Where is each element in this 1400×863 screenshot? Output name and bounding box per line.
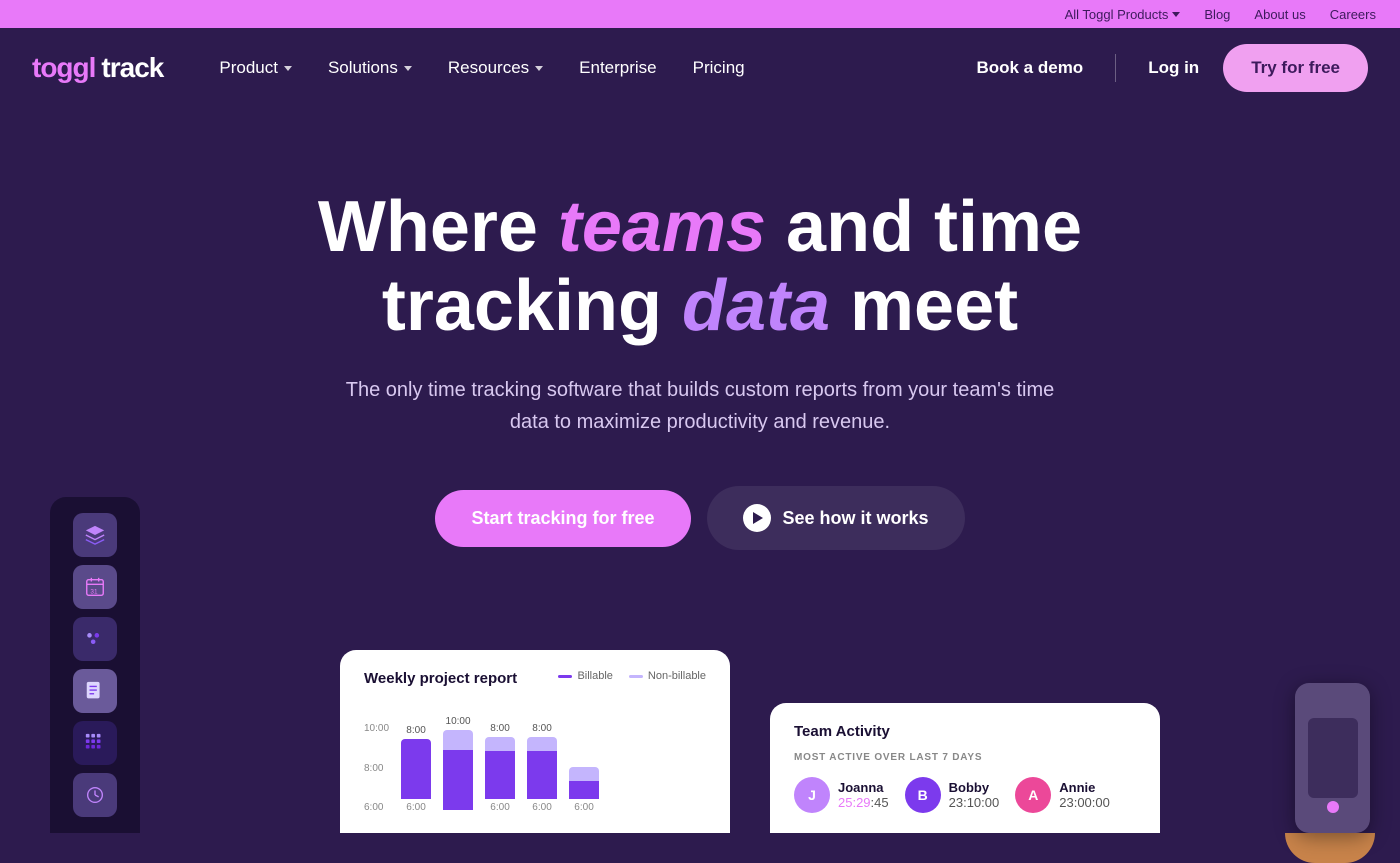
bar-group-4: 8:00 6:00 bbox=[527, 723, 557, 813]
avatar-bobby: B bbox=[905, 777, 941, 813]
see-how-it-works-button[interactable]: See how it works bbox=[707, 486, 965, 550]
bar-billable-1 bbox=[401, 739, 431, 799]
app-icons-strip: 31 bbox=[50, 497, 140, 833]
products-label[interactable]: All Toggl Products bbox=[1065, 7, 1169, 22]
cards-row: Weekly project report Billable Non-billa… bbox=[140, 650, 1260, 833]
top-banner: All Toggl Products Blog About us Careers bbox=[0, 0, 1400, 28]
play-icon bbox=[743, 504, 771, 532]
member-info-joanna: Joanna 25:29:45 bbox=[838, 780, 889, 810]
app-icon-notion bbox=[73, 669, 117, 713]
bar-billable-5 bbox=[569, 781, 599, 799]
play-triangle-icon bbox=[753, 512, 763, 524]
member-bobby: B Bobby 23:10:00 bbox=[905, 777, 1000, 813]
bar-nonbillable-4 bbox=[527, 737, 557, 751]
member-annie: A Annie 23:00:00 bbox=[1015, 777, 1110, 813]
bar-chart: 10:00 8:00 6:00 8:00 6:00 10:00 bbox=[364, 703, 706, 813]
phone-screen bbox=[1308, 718, 1358, 798]
billable-dot-icon bbox=[558, 675, 572, 678]
hero-section: Where teams and time tracking data meet … bbox=[0, 108, 1400, 650]
about-link[interactable]: About us bbox=[1254, 7, 1305, 22]
nav-product[interactable]: Product bbox=[203, 50, 308, 86]
member-time-bobby: 23:10:00 bbox=[949, 795, 1000, 810]
member-info-bobby: Bobby 23:10:00 bbox=[949, 780, 1000, 810]
member-joanna: J Joanna 25:29:45 bbox=[794, 777, 889, 813]
legend-billable: Billable bbox=[558, 670, 612, 682]
solutions-chevron-icon bbox=[404, 66, 412, 71]
try-free-button[interactable]: Try for free bbox=[1223, 44, 1368, 92]
bar-nonbillable-5 bbox=[569, 767, 599, 781]
member-info-annie: Annie 23:00:00 bbox=[1059, 780, 1110, 810]
most-active-label: MOST ACTIVE OVER LAST 7 DAYS bbox=[794, 752, 1136, 763]
app-icon-extra bbox=[73, 773, 117, 817]
nav-enterprise[interactable]: Enterprise bbox=[563, 50, 672, 86]
hero-title: Where teams and time tracking data meet bbox=[310, 188, 1090, 346]
app-icon-blackberry bbox=[73, 721, 117, 765]
bar-group-2: 10:00 bbox=[443, 716, 473, 813]
nav-links: Product Solutions Resources Enterprise P… bbox=[203, 50, 960, 86]
nav-right: Book a demo Log in Try for free bbox=[960, 44, 1368, 92]
bar-billable-2 bbox=[443, 750, 473, 810]
nonbillable-dot-icon bbox=[629, 675, 643, 678]
nav-solutions[interactable]: Solutions bbox=[312, 50, 428, 86]
app-icon-calendar: 31 bbox=[73, 565, 117, 609]
member-name-joanna: Joanna bbox=[838, 780, 889, 795]
team-activity-card: Team Activity MOST ACTIVE OVER LAST 7 DA… bbox=[770, 703, 1160, 833]
start-tracking-button[interactable]: Start tracking for free bbox=[435, 490, 690, 547]
bar-nonbillable-3 bbox=[485, 737, 515, 751]
phone-body bbox=[1295, 683, 1370, 833]
nav-resources[interactable]: Resources bbox=[432, 50, 559, 86]
bar-billable-3 bbox=[485, 751, 515, 799]
avatar-annie: A bbox=[1015, 777, 1051, 813]
team-activity-title: Team Activity bbox=[794, 723, 1136, 740]
bar-nonbillable-2 bbox=[443, 730, 473, 750]
legend-nonbillable: Non-billable bbox=[629, 670, 706, 682]
hero-subtitle: The only time tracking software that bui… bbox=[340, 374, 1060, 438]
hero-buttons: Start tracking for free See how it works bbox=[32, 486, 1368, 550]
logo-track: track bbox=[101, 52, 163, 84]
member-name-bobby: Bobby bbox=[949, 780, 1000, 795]
navbar: toggl track Product Solutions Resources … bbox=[0, 28, 1400, 108]
app-icon-dots bbox=[73, 617, 117, 661]
careers-link[interactable]: Careers bbox=[1330, 7, 1376, 22]
y-axis-labels: 10:00 8:00 6:00 bbox=[364, 723, 389, 813]
app-icon-layers bbox=[73, 513, 117, 557]
bar-group-5: 6:00 bbox=[569, 764, 599, 813]
team-members: J Joanna 25:29:45 B Bobby 23:10:00 bbox=[794, 777, 1136, 813]
phone-dot bbox=[1327, 801, 1339, 813]
member-time-joanna: 25:29:45 bbox=[838, 795, 889, 810]
nav-divider bbox=[1115, 54, 1116, 82]
blog-link[interactable]: Blog bbox=[1204, 7, 1230, 22]
book-demo-button[interactable]: Book a demo bbox=[960, 50, 1099, 86]
dashboard-area: 31 bbox=[0, 650, 1400, 833]
product-chevron-icon bbox=[284, 66, 292, 71]
weekly-report-card: Weekly project report Billable Non-billa… bbox=[340, 650, 730, 833]
logo[interactable]: toggl track bbox=[32, 52, 163, 84]
bar-billable-4 bbox=[527, 751, 557, 799]
member-name-annie: Annie bbox=[1059, 780, 1110, 795]
bar-group-1: 8:00 6:00 bbox=[401, 725, 431, 813]
resources-chevron-icon bbox=[535, 66, 543, 71]
nav-pricing[interactable]: Pricing bbox=[677, 50, 761, 86]
avatar-joanna: J bbox=[794, 777, 830, 813]
all-products-link[interactable]: All Toggl Products bbox=[1065, 7, 1181, 22]
products-chevron-icon bbox=[1172, 12, 1180, 17]
login-button[interactable]: Log in bbox=[1132, 50, 1215, 86]
phone-mockup bbox=[1295, 683, 1370, 833]
logo-toggl: toggl bbox=[32, 52, 95, 84]
member-time-annie: 23:00:00 bbox=[1059, 795, 1110, 810]
bar-group-3: 8:00 6:00 bbox=[485, 723, 515, 813]
svg-text:31: 31 bbox=[90, 589, 98, 596]
chart-legend: Billable Non-billable bbox=[558, 670, 706, 682]
bar-groups: 8:00 6:00 10:00 bbox=[401, 716, 706, 813]
